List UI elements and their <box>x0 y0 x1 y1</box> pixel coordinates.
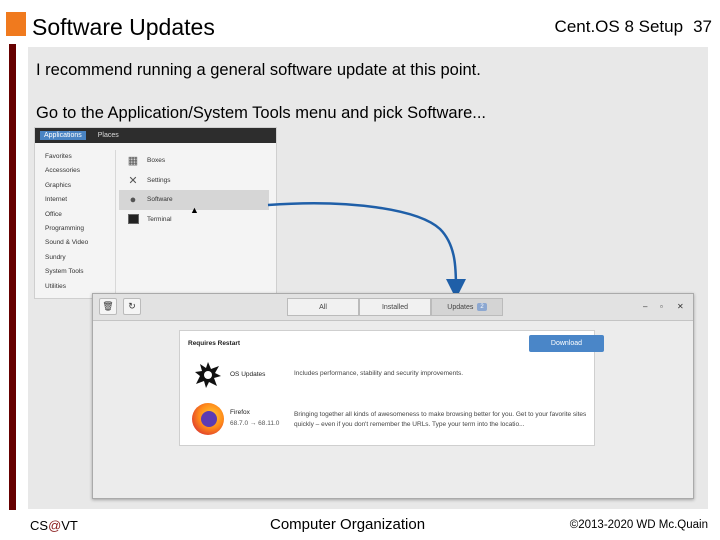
minimize-icon[interactable]: – <box>643 302 647 311</box>
footer-left: CS@VT <box>30 518 78 533</box>
trash-icon[interactable]: 🗑 <box>99 298 117 315</box>
refresh-icon[interactable]: ↻ <box>123 298 141 315</box>
update-desc-firefox: Bringing together all kinds of awesomene… <box>294 411 587 428</box>
updates-panel: Requires Restart Download OS Updates Inc… <box>179 330 604 446</box>
slide-title: Software Updates <box>32 14 215 40</box>
view-switcher: All Installed Updates 2 <box>287 298 503 316</box>
panel-title: Requires Restart <box>188 340 241 347</box>
software-window: 🗑 ↻ All Installed Updates 2 – ▫ ✕ Requir… <box>92 293 694 499</box>
update-name-firefox: Firefox <box>230 409 250 416</box>
tab-installed[interactable]: Installed <box>359 298 431 316</box>
firefox-icon <box>192 403 224 435</box>
close-icon[interactable]: ✕ <box>677 302 684 311</box>
maximize-icon[interactable]: ▫ <box>660 302 663 311</box>
updates-count-badge: 2 <box>477 303 487 311</box>
title-accent-square <box>6 12 26 36</box>
page-number: 37 <box>693 17 712 36</box>
download-button[interactable]: Download <box>529 335 604 352</box>
arrow-path <box>267 202 466 299</box>
tab-updates[interactable]: Updates 2 <box>431 298 503 316</box>
course-label: Cent.OS 8 Setup <box>554 17 684 36</box>
update-desc-os: Includes performance, stability and secu… <box>294 370 464 377</box>
software-header: 🗑 ↻ All Installed Updates 2 – ▫ ✕ <box>93 294 693 321</box>
left-accent-bar <box>9 44 16 510</box>
footer-center: Computer Organization <box>270 516 426 533</box>
slide-content: I recommend running a general software u… <box>28 47 708 509</box>
os-updates-icon <box>195 362 221 388</box>
footer-right: ©2013-2020 WD Mc.Quain <box>569 519 708 531</box>
update-version-firefox: 68.7.0 → 68.11.0 <box>230 420 280 427</box>
slide-meta: Cent.OS 8 Setup 37 <box>555 17 712 37</box>
update-name-os: OS Updates <box>230 371 266 378</box>
tab-all[interactable]: All <box>287 298 359 316</box>
